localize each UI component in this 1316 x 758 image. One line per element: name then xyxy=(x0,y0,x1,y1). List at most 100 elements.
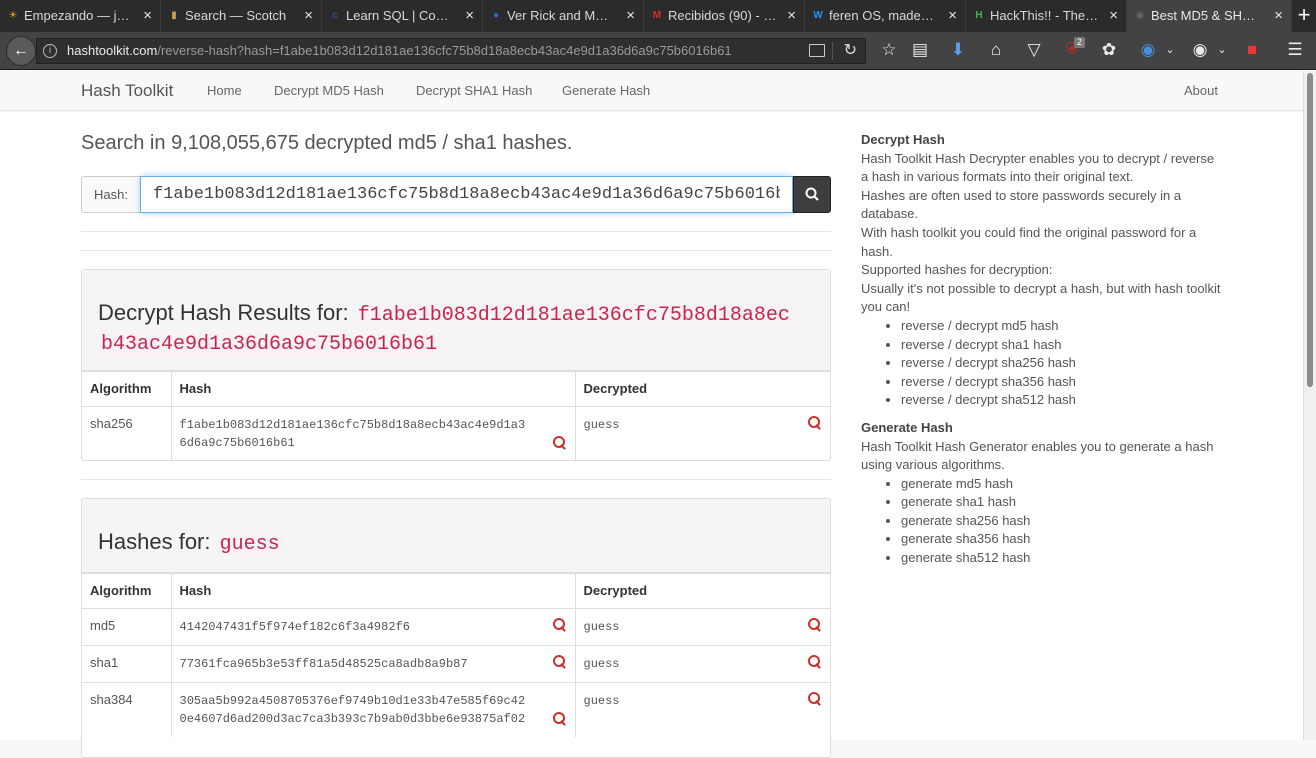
decrypted-cell: guess xyxy=(575,608,830,646)
table-row: sha1 77361fca965b3e53ff81a5d48525ca8adb8a… xyxy=(82,645,830,683)
sidebar-text: With hash toolkit you could find the ori… xyxy=(861,224,1197,259)
url-separator xyxy=(832,42,833,60)
decrypted-value: guess xyxy=(583,657,620,671)
decrypt-sha356-link[interactable]: reverse / decrypt sha356 hash xyxy=(901,373,1221,392)
decrypt-sha256-link[interactable]: reverse / decrypt sha256 hash xyxy=(901,354,1221,373)
hash-value: 77361fca965b3e53ff81a5d48525ca8adb8a9b87 xyxy=(179,657,468,671)
sync-icon[interactable]: ◉ xyxy=(1138,39,1158,61)
bookmark-star-icon[interactable]: ☆ xyxy=(879,39,899,61)
sidebar-text: Supported hashes for decryption: xyxy=(861,262,1053,278)
close-tab-icon[interactable]: × xyxy=(143,0,152,32)
download-icon[interactable]: ⬇ xyxy=(948,39,968,61)
hash-value-cont: 6d6a9c75b6016b61 xyxy=(179,436,295,450)
tab-title: feren OS, made… xyxy=(829,8,934,23)
url-text: hashtoolkit.com/reverse-hash?hash=f1abe1… xyxy=(67,39,732,63)
close-tab-icon[interactable]: × xyxy=(465,0,474,32)
hash-search-input[interactable] xyxy=(140,176,793,213)
algorithm-cell: md5 xyxy=(82,608,172,646)
pocket-icon[interactable]: ▽ xyxy=(1024,39,1044,61)
search-icon[interactable] xyxy=(552,655,567,669)
search-button[interactable] xyxy=(793,176,831,213)
hash-cell: 77361fca965b3e53ff81a5d48525ca8adb8a9b87 xyxy=(171,645,576,683)
generate-md5-link[interactable]: generate md5 hash xyxy=(901,475,1221,494)
sidebar: Decrypt Hash Hash Toolkit Hash Decrypter… xyxy=(861,131,1221,568)
tab-title: HackThis!! - The… xyxy=(990,8,1099,23)
algorithm-cell: sha1 xyxy=(82,645,172,683)
browser-tab[interactable]: ◉ Best MD5 & SH… × xyxy=(1127,0,1292,32)
hash-count: 9,108,055,675 xyxy=(171,132,299,154)
search-icon[interactable] xyxy=(808,416,822,430)
table-row: md5 4142047431f5f974ef182c6f3a4982f6 guess xyxy=(82,608,830,646)
tab-title: Search — Scotch xyxy=(185,8,287,23)
results-table: Algorithm Hash Decrypted sha256 f1abe1b08… xyxy=(82,371,830,460)
search-icon[interactable] xyxy=(808,692,822,706)
home-icon[interactable]: ⌂ xyxy=(986,39,1006,61)
generate-sha256-link[interactable]: generate sha256 hash xyxy=(901,512,1221,531)
generate-sha356-link[interactable]: generate sha356 hash xyxy=(901,530,1221,549)
tab-list: ☀ Empezando — j… × ▮ Search — Scotch × c Learn … xyxy=(0,0,1292,32)
brand-link[interactable]: Hash Toolkit xyxy=(81,81,173,101)
search-icon[interactable] xyxy=(552,436,567,450)
decrypt-md5-link[interactable]: reverse / decrypt md5 hash xyxy=(901,317,1221,336)
nav-decrypt-md5[interactable]: Decrypt MD5 Hash xyxy=(274,83,384,98)
browser-tab[interactable]: ▮ Search — Scotch × xyxy=(161,0,322,32)
table-row: sha256 f1abe1b083d12d181ae136cfc75b8d18a8… xyxy=(82,406,830,460)
close-tab-icon[interactable]: × xyxy=(948,0,957,32)
hash-input-label: Hash: xyxy=(81,176,140,213)
new-tab-button[interactable]: + xyxy=(1292,0,1316,32)
site-info-icon[interactable]: i xyxy=(43,44,57,58)
scrollbar-thumb[interactable] xyxy=(1307,73,1313,387)
close-tab-icon[interactable]: × xyxy=(1274,0,1283,32)
search-icon[interactable] xyxy=(808,618,822,632)
browser-tab[interactable]: c Learn SQL | Co… × xyxy=(322,0,483,32)
reader-view-icon[interactable] xyxy=(809,44,825,57)
hashes-heading-label: Hashes for: xyxy=(98,529,211,554)
tab-title: Learn SQL | Co… xyxy=(346,8,449,23)
reading-list-icon[interactable]: ▤ xyxy=(910,39,930,61)
algorithm-cell: sha256 xyxy=(82,406,172,460)
chat-icon[interactable]: ◉ xyxy=(1190,39,1210,61)
nav-decrypt-sha1[interactable]: Decrypt SHA1 Hash xyxy=(416,83,532,98)
extension-red-icon[interactable]: ■ xyxy=(1242,39,1262,61)
divider xyxy=(81,231,831,232)
nav-about[interactable]: About xyxy=(1184,83,1218,98)
browser-tab[interactable]: H HackThis!! - The… × xyxy=(966,0,1127,32)
evernote-icon[interactable]: ✿ xyxy=(1099,39,1119,61)
menu-icon[interactable]: ☰ xyxy=(1285,39,1305,61)
hash-value: 305aa5b992a4508705376ef9749b10d1e33b47e5… xyxy=(179,694,526,708)
decrypted-value: guess xyxy=(583,418,620,432)
nav-generate-hash[interactable]: Generate Hash xyxy=(562,83,650,98)
reload-icon[interactable]: ↻ xyxy=(844,39,857,63)
browser-tab[interactable]: ● Ver Rick and M… × xyxy=(483,0,644,32)
play-icon: ● xyxy=(492,10,500,21)
hash-value: f1abe1b083d12d181ae136cfc75b8d18a8ecb43a… xyxy=(179,418,526,432)
browser-tab[interactable]: M Recibidos (90) - … × xyxy=(644,0,805,32)
nav-home[interactable]: Home xyxy=(207,83,242,98)
search-icon[interactable] xyxy=(808,655,822,669)
browser-tab[interactable]: ☀ Empezando — j… × xyxy=(0,0,161,32)
generate-hash-title: Generate Hash xyxy=(861,419,953,435)
decrypt-sha1-link[interactable]: reverse / decrypt sha1 hash xyxy=(901,336,1221,355)
url-path: /reverse-hash?hash=f1abe1b083d12d181ae13… xyxy=(157,43,732,58)
algorithm-cell: sha384 xyxy=(82,682,172,737)
decrypted-cell: guess xyxy=(575,645,830,683)
chevron-down-icon[interactable]: ⌄ xyxy=(1160,39,1180,61)
tab-title: Recibidos (90) - … xyxy=(668,8,777,23)
decrypt-sha512-link[interactable]: reverse / decrypt sha512 hash xyxy=(901,391,1221,410)
search-icon[interactable] xyxy=(552,712,567,726)
decrypted-word: guess xyxy=(216,533,283,556)
divider xyxy=(81,250,831,251)
url-bar[interactable]: i hashtoolkit.com/reverse-hash?hash=f1ab… xyxy=(36,38,866,64)
close-tab-icon[interactable]: × xyxy=(304,0,313,32)
close-tab-icon[interactable]: × xyxy=(1109,0,1118,32)
close-tab-icon[interactable]: × xyxy=(787,0,796,32)
generate-sha1-link[interactable]: generate sha1 hash xyxy=(901,493,1221,512)
page-scrollbar[interactable] xyxy=(1303,71,1316,740)
close-tab-icon[interactable]: × xyxy=(626,0,635,32)
generate-sha512-link[interactable]: generate sha512 hash xyxy=(901,549,1221,568)
hash-value-cont: 0e4607d6ad200d3ac7ca3b393c7b9ab0d3bbe6e9… xyxy=(179,712,526,726)
chevron-down-icon[interactable]: ⌄ xyxy=(1212,39,1232,61)
browser-tab[interactable]: Wferen OS, made… × xyxy=(805,0,966,32)
back-button[interactable]: ← xyxy=(6,36,36,66)
search-icon[interactable] xyxy=(552,618,567,632)
